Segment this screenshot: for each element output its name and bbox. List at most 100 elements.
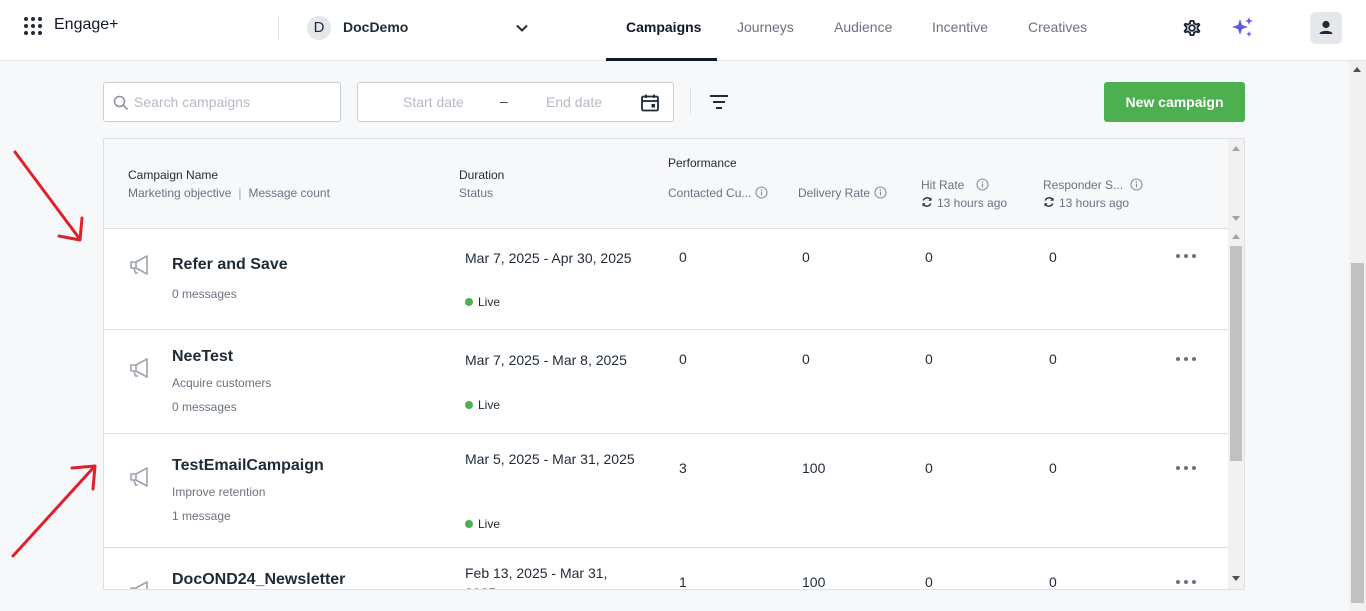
refresh-icon[interactable] — [921, 196, 933, 208]
more-options-icon[interactable] — [1174, 578, 1198, 586]
campaign-name[interactable]: DocOND24_Newsletter — [172, 571, 345, 589]
page-scrollbar[interactable] — [1349, 61, 1366, 611]
header-delivery-rate-label: Delivery Rate — [798, 186, 871, 200]
workspace-name[interactable]: DocDemo — [343, 19, 408, 35]
sparkle-ai-icon[interactable] — [1230, 15, 1256, 41]
table-row[interactable]: NeeTest Acquire customers 0 messages Mar… — [104, 330, 1228, 434]
responder-value: 0 — [1049, 460, 1057, 476]
start-date-field[interactable]: Start date — [403, 94, 464, 110]
tab-audience[interactable]: Audience — [834, 19, 892, 35]
campaign-duration: Mar 7, 2025 - Apr 30, 2025 — [465, 250, 632, 266]
delivery-rate-value: 100 — [802, 574, 826, 590]
info-icon[interactable] — [874, 186, 887, 199]
header-status: Status — [459, 186, 494, 200]
campaign-name[interactable]: Refer and Save — [172, 256, 288, 274]
tab-creatives[interactable]: Creatives — [1028, 19, 1087, 35]
header-marketing-objective: Marketing objective — [128, 186, 232, 200]
table-header: Campaign Name Marketing objective | Messag… — [104, 139, 1228, 229]
header-objective-count: Marketing objective | Message count — [128, 186, 330, 200]
table-scrollbar[interactable] — [1228, 139, 1244, 589]
megaphone-icon — [130, 581, 148, 589]
table-scroll-up-arrow[interactable] — [1232, 234, 1240, 239]
header-performance: Performance — [668, 156, 737, 170]
tab-journeys[interactable]: Journeys — [737, 19, 794, 35]
search-field[interactable] — [103, 82, 341, 122]
table-row[interactable]: Refer and Save 0 messages Mar 7, 2025 - … — [104, 229, 1228, 330]
info-icon[interactable] — [1130, 178, 1143, 191]
filter-icon[interactable] — [708, 92, 730, 112]
status-text: Live — [478, 295, 501, 309]
marketing-objective: Improve retention — [172, 485, 266, 499]
header-scroll-up-arrow[interactable] — [1232, 146, 1240, 151]
hit-rate-value: 0 — [925, 574, 933, 590]
date-range-dash: – — [500, 93, 508, 109]
delivery-rate-value: 0 — [802, 351, 810, 367]
tab-incentive[interactable]: Incentive — [932, 19, 988, 35]
megaphone-icon — [130, 467, 148, 487]
search-input[interactable] — [134, 91, 334, 113]
header-scroll-down-arrow[interactable] — [1232, 216, 1240, 221]
status-dot — [465, 401, 473, 409]
header-divider — [278, 16, 279, 40]
table-row[interactable]: DocOND24_Newsletter Feb 13, 2025 - Mar 3… — [104, 548, 1228, 590]
gear-icon[interactable] — [1180, 16, 1204, 40]
message-count: 1 message — [172, 509, 231, 523]
refresh-icon[interactable] — [1043, 196, 1055, 208]
campaign-duration: Mar 5, 2025 - Mar 31, 2025 — [465, 451, 635, 467]
header-contacted[interactable]: Contacted Cu... — [668, 186, 768, 200]
header-campaign-name[interactable]: Campaign Name — [128, 168, 218, 182]
contacted-value: 3 — [679, 460, 687, 476]
workspace-avatar[interactable]: D — [307, 16, 331, 40]
table-scroll-thumb[interactable] — [1230, 246, 1242, 461]
page-scroll-thumb[interactable] — [1351, 263, 1364, 603]
end-date-field[interactable]: End date — [546, 94, 602, 110]
header-responder[interactable]: Responder S... — [1043, 178, 1143, 192]
page-scroll-up-arrow[interactable] — [1353, 67, 1361, 72]
status-badge: Live — [465, 295, 500, 309]
new-campaign-button[interactable]: New campaign — [1104, 82, 1245, 122]
info-icon[interactable] — [755, 186, 768, 199]
user-icon — [1319, 20, 1333, 34]
marketing-objective: Acquire customers — [172, 376, 272, 390]
table-scroll-down-arrow[interactable] — [1232, 576, 1240, 581]
toolbar-divider — [690, 88, 691, 114]
more-options-icon[interactable] — [1174, 464, 1198, 472]
status-dot — [465, 298, 473, 306]
hit-rate-value: 0 — [925, 249, 933, 265]
date-range-picker[interactable]: Start date – End date — [357, 82, 674, 122]
more-options-icon[interactable] — [1174, 355, 1198, 363]
delivery-rate-value: 0 — [802, 249, 810, 265]
brand-name: Engage+ — [54, 16, 119, 33]
annotation-arrows — [11, 150, 97, 558]
more-options-icon[interactable] — [1174, 252, 1198, 260]
app-launcher-icon[interactable] — [24, 17, 42, 35]
message-count: 0 messages — [172, 287, 237, 301]
tab-campaigns[interactable]: Campaigns — [626, 19, 701, 35]
campaign-name[interactable]: NeeTest — [172, 348, 233, 366]
campaign-name[interactable]: TestEmailCampaign — [172, 457, 324, 475]
chevron-down-icon[interactable] — [514, 20, 530, 36]
hit-rate-updated-text: 13 hours ago — [937, 196, 1008, 210]
search-icon — [113, 95, 129, 111]
contacted-value: 1 — [679, 574, 687, 590]
header-hit-rate[interactable]: Hit Rate — [921, 178, 989, 192]
campaign-duration: Feb 13, 2025 - Mar 31, 2025 — [465, 565, 608, 589]
responder-updated-text: 13 hours ago — [1059, 196, 1130, 210]
header-duration[interactable]: Duration — [459, 168, 504, 182]
header-message-count: Message count — [248, 186, 330, 200]
annotation-arrow-down — [13, 150, 84, 242]
calendar-icon[interactable] — [640, 93, 660, 113]
user-avatar[interactable] — [1310, 12, 1342, 44]
hit-rate-value: 0 — [925, 460, 933, 476]
header-delivery-rate[interactable]: Delivery Rate — [798, 186, 887, 200]
responder-updated: 13 hours ago — [1043, 196, 1129, 210]
status-dot — [465, 520, 473, 528]
responder-value: 0 — [1049, 249, 1057, 265]
table-row[interactable]: TestEmailCampaign Improve retention 1 me… — [104, 434, 1228, 548]
contacted-value: 0 — [679, 351, 687, 367]
message-count: 0 messages — [172, 400, 237, 414]
megaphone-icon — [130, 358, 148, 378]
delivery-rate-value: 100 — [802, 460, 826, 476]
header-separator: | — [238, 186, 242, 200]
info-icon[interactable] — [976, 178, 989, 191]
